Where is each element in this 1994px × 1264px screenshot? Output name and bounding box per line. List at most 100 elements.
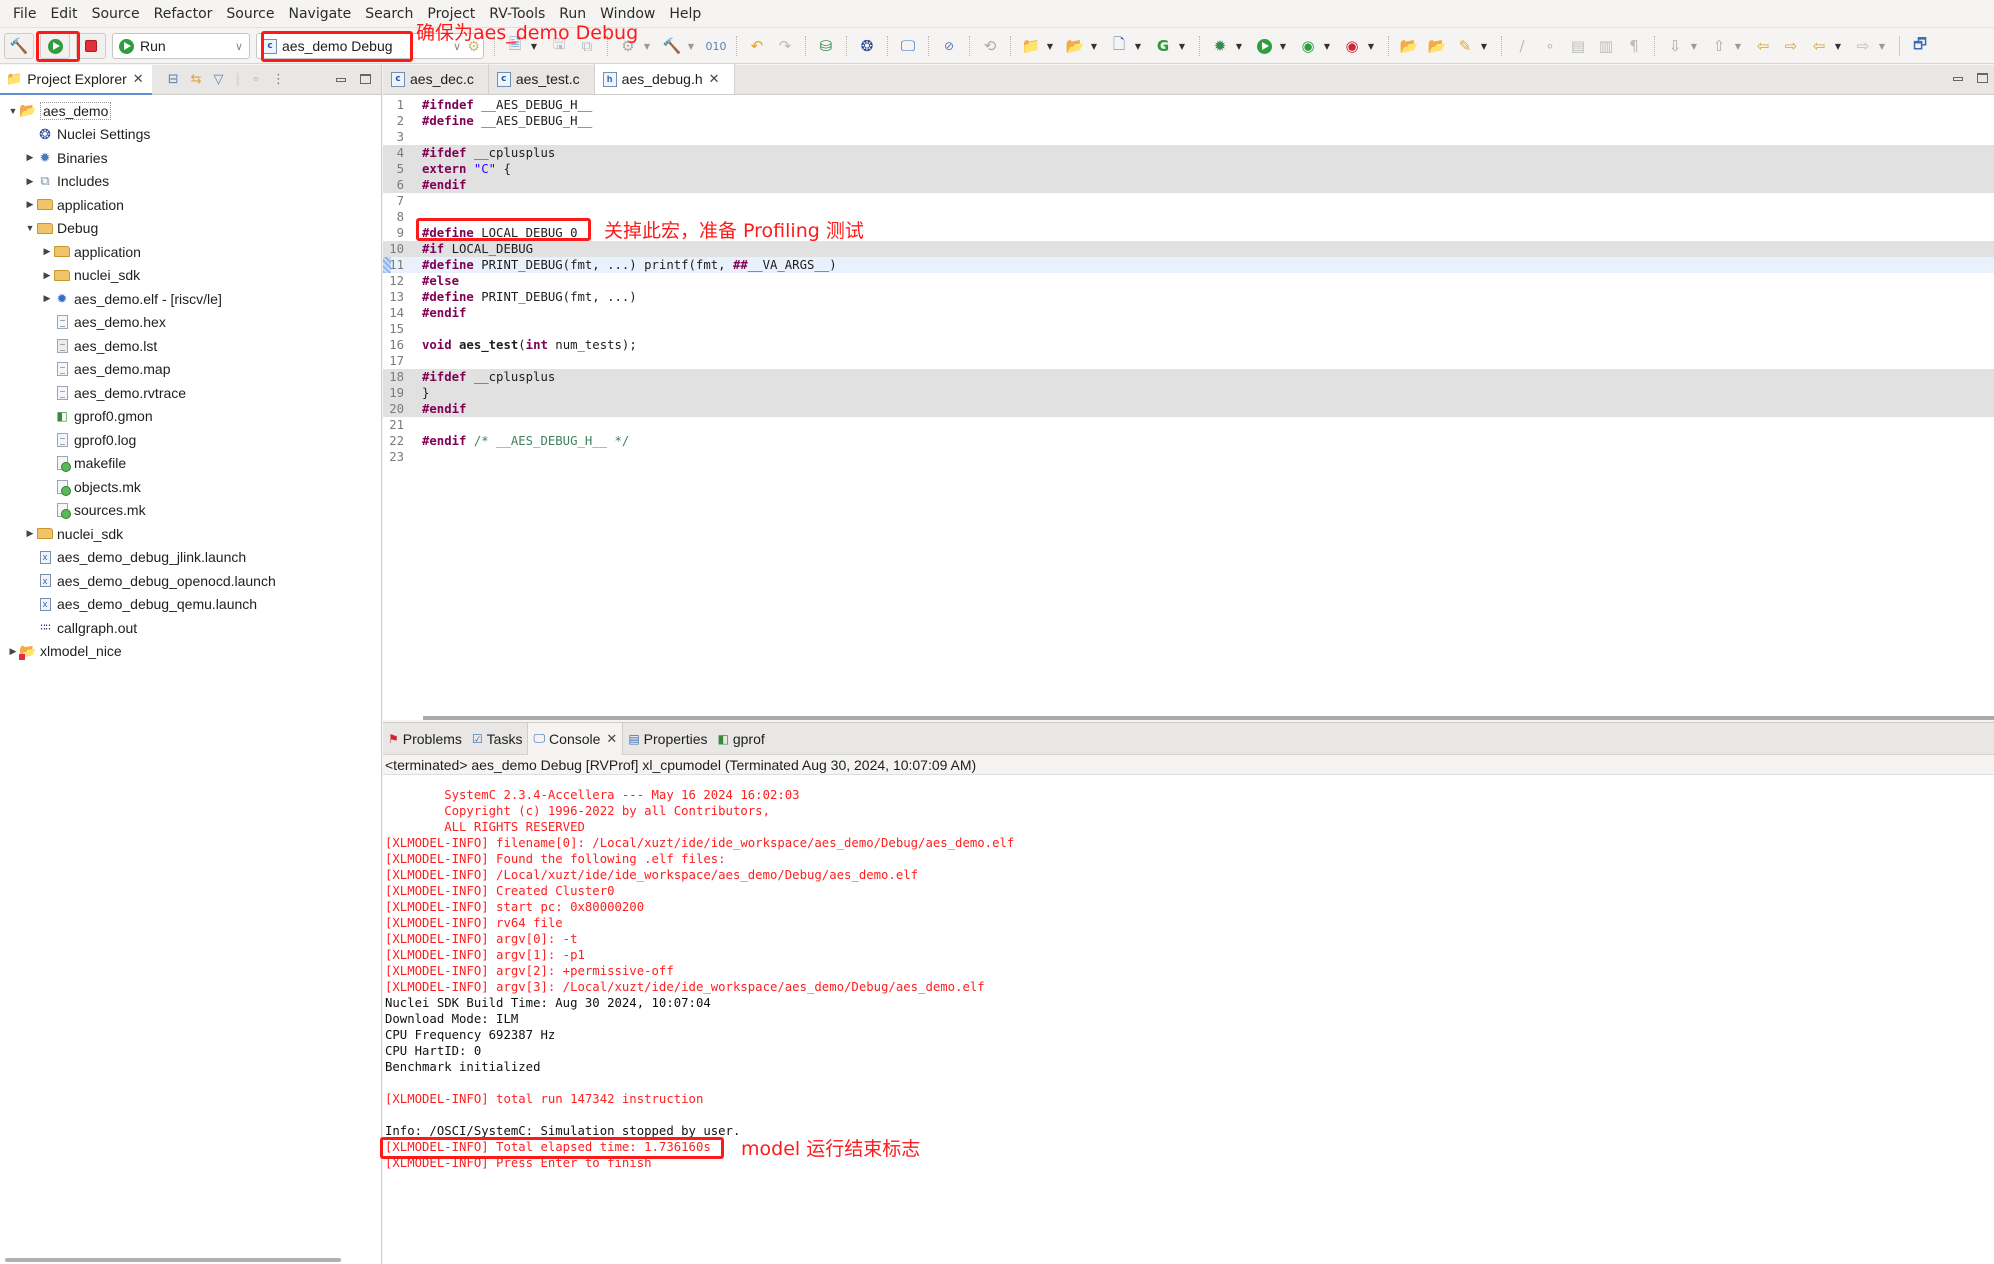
horizontal-scrollbar[interactable] [5, 1258, 341, 1262]
run-external-tool-icon[interactable]: ◉ [1340, 34, 1364, 58]
collapse-all-icon[interactable]: ⊟ [168, 72, 179, 87]
dropdown-arrow-icon[interactable]: ▼ [1366, 34, 1376, 58]
tree-item[interactable]: ▶ ⧉ Includes [0, 170, 381, 194]
tree-item[interactable]: ▶ nuclei_sdk [0, 522, 381, 546]
collapse-arrow-icon[interactable]: ▶ [23, 528, 37, 539]
run-icon[interactable] [1252, 34, 1276, 58]
close-icon[interactable]: ✕ [606, 731, 617, 747]
tree-item[interactable]: aes_demo.rvtrace [0, 381, 381, 405]
tree-item[interactable]: ▼ Debug [0, 217, 381, 241]
collapse-arrow-icon[interactable]: ▶ [6, 646, 20, 657]
monitor-icon[interactable]: 🖵 [896, 34, 920, 58]
toggle-block-icon[interactable]: ▤ [1566, 34, 1590, 58]
expand-arrow-icon[interactable]: ▼ [23, 223, 37, 233]
pin-icon[interactable]: ✎ [1453, 34, 1477, 58]
link-with-editor-icon[interactable]: ⇆ [191, 72, 202, 87]
maximize-icon[interactable] [1977, 73, 1988, 83]
run-coverage-icon[interactable]: ◉ [1296, 34, 1320, 58]
stop-button[interactable] [76, 33, 106, 59]
tree-item[interactable]: x aes_demo_debug_qemu.launch [0, 593, 381, 617]
dropdown-arrow-icon[interactable]: ▼ [1234, 34, 1244, 58]
tree-item[interactable]: ▶ nuclei_sdk [0, 264, 381, 288]
code-editor[interactable]: 1 #ifndef __AES_DEBUG_H__ 2 #define __AES_D… [383, 95, 1994, 465]
collapse-arrow-icon[interactable]: ▶ [23, 176, 37, 187]
database-icon[interactable]: ⛁ [814, 34, 838, 58]
next-annotation-icon[interactable]: ⇩ [1663, 34, 1687, 58]
launch-mode-combo[interactable]: Run ∨ [112, 33, 250, 59]
editor-tab[interactable]: h aes_debug.h ✕ [594, 64, 735, 94]
nuclei-icon[interactable]: ❂ [855, 34, 879, 58]
expand-arrow-icon[interactable]: ▼ [6, 106, 20, 116]
dropdown-arrow-icon[interactable]: ▼ [1278, 34, 1288, 58]
tree-item[interactable]: aes_demo.hex [0, 311, 381, 335]
menu-edit[interactable]: Edit [43, 6, 84, 22]
collapse-arrow-icon[interactable]: ▶ [40, 246, 54, 257]
menu-navigate[interactable]: Navigate [281, 6, 358, 22]
tree-item[interactable]: ∷∷ callgraph.out [0, 616, 381, 640]
dropdown-arrow-icon[interactable]: ▼ [1733, 34, 1743, 58]
tree-item[interactable]: x aes_demo_debug_openocd.launch [0, 569, 381, 593]
new-class-icon[interactable]: G [1151, 34, 1175, 58]
menu-search[interactable]: Search [358, 6, 420, 22]
tree-item[interactable]: x aes_demo_debug_jlink.launch [0, 546, 381, 570]
console-output[interactable]: SystemC 2.3.4-Accellera --- May 16 2024 … [383, 775, 1994, 1171]
maximize-icon[interactable] [360, 74, 371, 84]
dropdown-arrow-icon[interactable]: ▼ [1045, 34, 1055, 58]
menu-refactor[interactable]: Refactor [147, 6, 220, 22]
minimize-icon[interactable] [1953, 77, 1963, 81]
tab-properties[interactable]: ▤ Properties [623, 723, 712, 755]
tree-item[interactable]: ▶ application [0, 193, 381, 217]
new-c-project-icon[interactable]: 📁 [1019, 34, 1043, 58]
tree-item[interactable]: ◧ gprof0.gmon [0, 405, 381, 429]
view-menu-icon[interactable]: ⋮ [272, 72, 285, 87]
menu-file[interactable]: File [6, 6, 43, 22]
redo-arrow-icon[interactable]: ↷ [773, 34, 797, 58]
close-icon[interactable]: ✕ [133, 71, 144, 87]
build-hammer-icon[interactable]: 🔨 [660, 34, 684, 58]
new-c-folder-icon[interactable]: 📂 [1063, 34, 1087, 58]
refresh-run-icon[interactable]: ⟲ [978, 34, 1002, 58]
close-icon[interactable]: ✕ [709, 71, 720, 87]
collapse-arrow-icon[interactable]: ▶ [40, 270, 54, 281]
toggle-word-wrap-icon[interactable]: ▥ [1594, 34, 1618, 58]
menu-source[interactable]: Source [85, 6, 147, 22]
tab-gprof[interactable]: ◧ gprof [712, 723, 769, 755]
tree-item[interactable]: ▼ 📂 aes_demo [0, 99, 381, 123]
tree-item[interactable]: ▶ ✹ aes_demo.elf - [riscv/le] [0, 287, 381, 311]
dropdown-arrow-icon[interactable]: ▼ [1133, 34, 1143, 58]
tab-project-explorer[interactable]: 📁 Project Explorer ✕ [0, 64, 152, 95]
new-c-file-icon[interactable]: 🗋 [1107, 34, 1131, 58]
tree-item[interactable]: ▶ application [0, 240, 381, 264]
tab-problems[interactable]: ⚑ Problems [383, 723, 467, 755]
tab-tasks[interactable]: ☑ Tasks [467, 723, 528, 755]
dropdown-arrow-icon[interactable]: ▼ [1479, 34, 1489, 58]
link-icon[interactable]: ⊘ [937, 34, 961, 58]
back-arrow-icon[interactable]: ⇦ [1807, 34, 1831, 58]
tree-item[interactable]: objects.mk [0, 475, 381, 499]
menu-source[interactable]: Source [219, 6, 281, 22]
dropdown-arrow-icon[interactable]: ▼ [1322, 34, 1332, 58]
annotate-icon[interactable]: ∕ [1510, 34, 1534, 58]
open-folder-icon[interactable]: 📂 [1425, 34, 1449, 58]
tree-item[interactable]: aes_demo.map [0, 358, 381, 382]
prev-annotation-icon[interactable]: ⇧ [1707, 34, 1731, 58]
show-whitespace-icon[interactable]: ¶ [1622, 34, 1646, 58]
open-perspective-icon[interactable]: 🗗 [1908, 34, 1932, 58]
collapse-arrow-icon[interactable]: ▶ [23, 152, 37, 163]
tree-item[interactable]: sources.mk [0, 499, 381, 523]
tree-item[interactable]: gprof0.log [0, 428, 381, 452]
tree-item[interactable]: ❂ Nuclei Settings [0, 123, 381, 147]
filter-icon[interactable]: ▽ [214, 72, 224, 87]
dropdown-arrow-icon[interactable]: ▼ [1089, 34, 1099, 58]
tree-item[interactable]: aes_demo.lst [0, 334, 381, 358]
build-button[interactable]: 🔨 [4, 33, 34, 59]
editor-tab[interactable]: c aes_test.c [489, 64, 595, 94]
dropdown-arrow-icon[interactable]: ▼ [1177, 34, 1187, 58]
launch-button[interactable] [40, 33, 70, 59]
collapse-arrow-icon[interactable]: ▶ [40, 293, 54, 304]
mark-occurrences-icon[interactable]: ∘ [1538, 34, 1562, 58]
cpu-icon[interactable]: ∘ [252, 72, 260, 87]
collapse-arrow-icon[interactable]: ▶ [23, 199, 37, 210]
tree-item[interactable]: ▶ ✹ Binaries [0, 146, 381, 170]
open-project-icon[interactable]: 📂 [1397, 34, 1421, 58]
